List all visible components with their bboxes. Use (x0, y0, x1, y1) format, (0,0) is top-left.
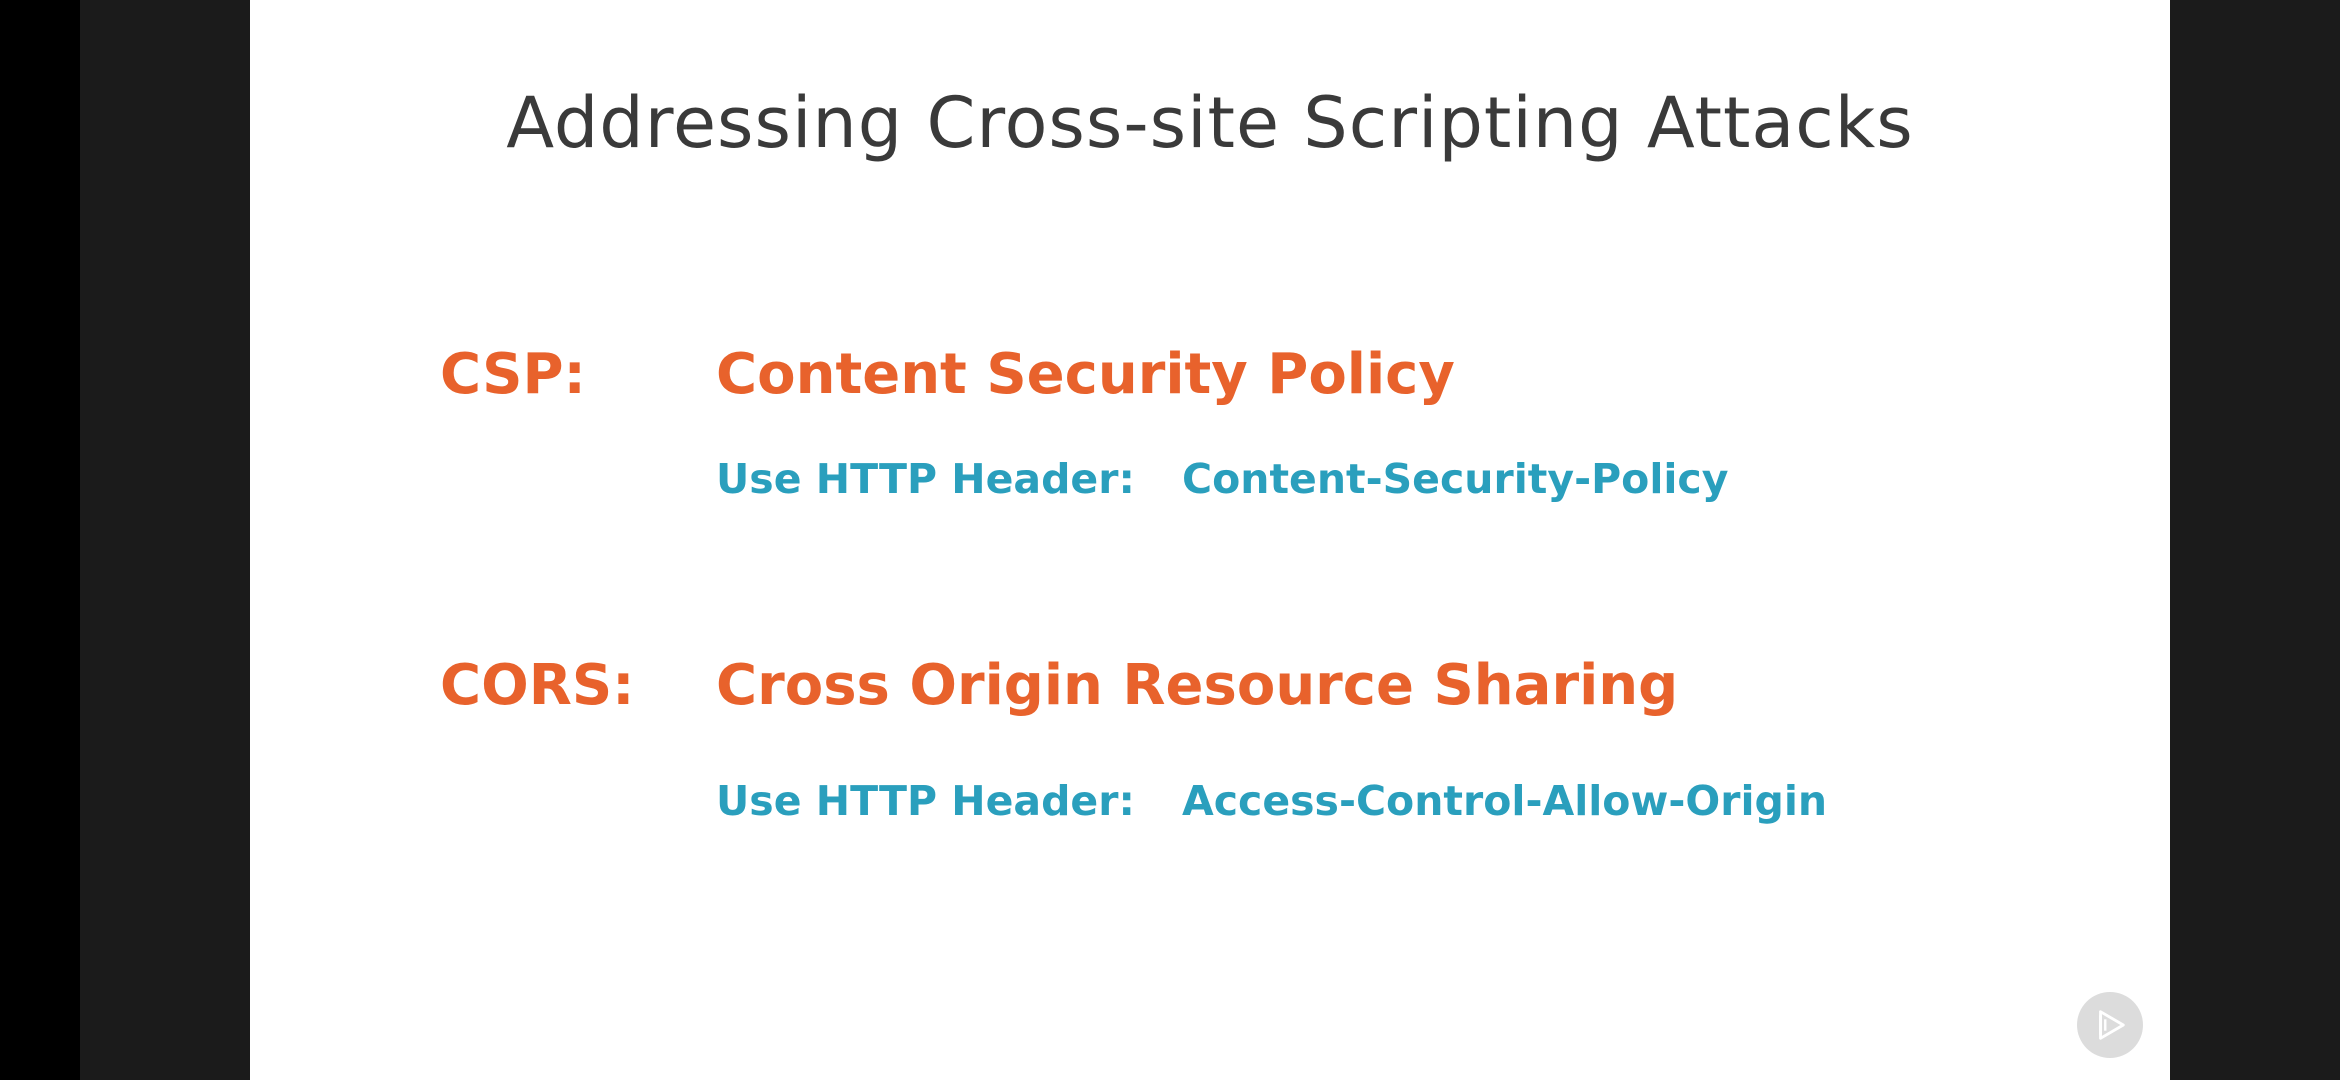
pluralsight-play-icon[interactable] (2077, 992, 2143, 1058)
presentation-slide: Addressing Cross-site Scripting Attacks … (250, 0, 2170, 1080)
play-icon (2099, 1010, 2125, 1040)
slide-title: Addressing Cross-site Scripting Attacks (506, 82, 1914, 164)
cors-abbreviation: CORS: (440, 653, 635, 718)
letterbox-left (80, 0, 250, 1080)
csp-header-label: Use HTTP Header: (716, 455, 1135, 503)
cors-header-value: Access-Control-Allow-Origin (1182, 777, 1828, 825)
csp-abbreviation: CSP: (440, 342, 586, 407)
csp-header-value: Content-Security-Policy (1182, 455, 1729, 503)
csp-full-name: Content Security Policy (716, 342, 1455, 407)
cors-full-name: Cross Origin Resource Sharing (716, 653, 1679, 718)
video-player-screen: Addressing Cross-site Scripting Attacks … (0, 0, 2340, 1080)
letterbox-right (2170, 0, 2340, 1080)
cors-header-label: Use HTTP Header: (716, 777, 1135, 825)
